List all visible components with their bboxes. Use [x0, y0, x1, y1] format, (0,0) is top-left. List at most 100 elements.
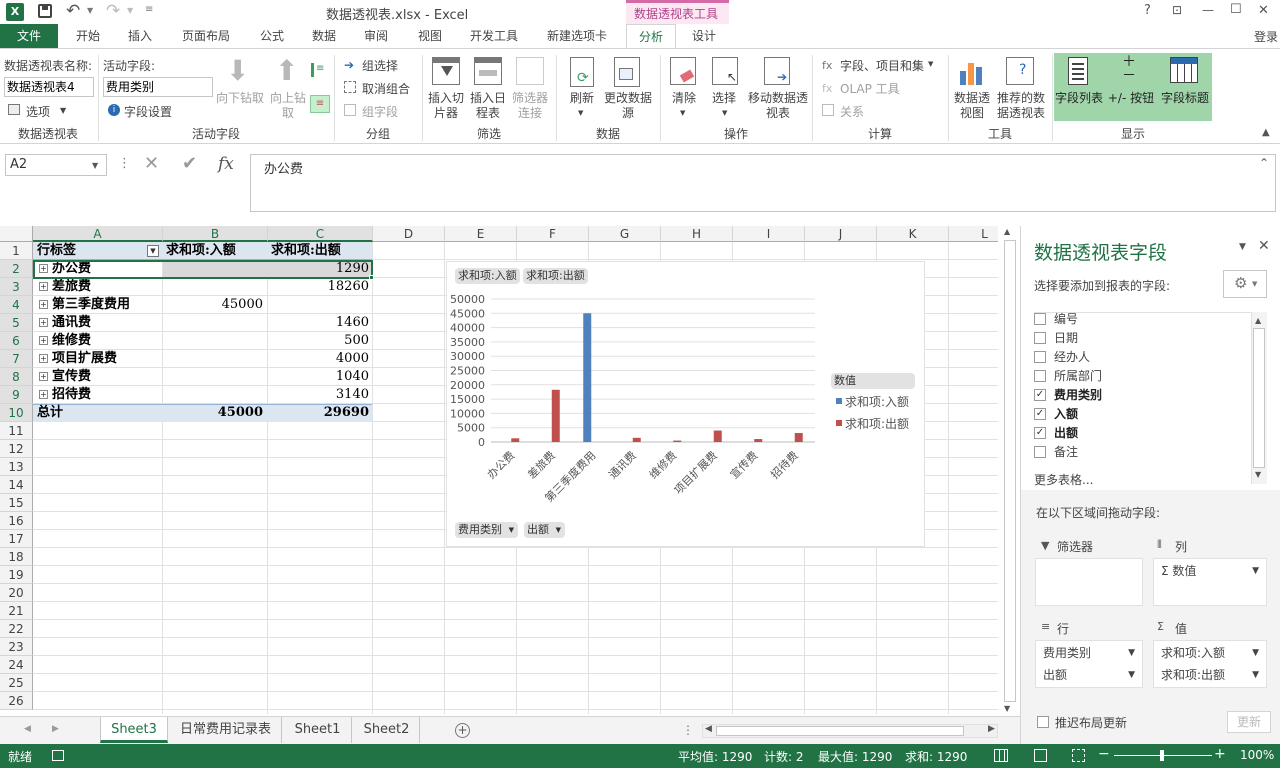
- tab-insert[interactable]: 插入: [118, 24, 162, 48]
- tab-formulas[interactable]: 公式: [250, 24, 294, 48]
- insert-slicer-button[interactable]: 插入切片器: [426, 91, 466, 121]
- pane-close-icon[interactable]: ✕: [1258, 238, 1270, 254]
- pivot-header-row-labels[interactable]: 行标签: [37, 242, 76, 260]
- excel-logo-icon[interactable]: X: [6, 3, 24, 21]
- olap-button[interactable]: OLAP 工具: [840, 80, 900, 97]
- drill-down-icon[interactable]: ⬇: [226, 57, 249, 85]
- row-header-24[interactable]: 24: [0, 656, 33, 674]
- maximize-icon[interactable]: ☐: [1230, 2, 1242, 17]
- insert-timeline-button[interactable]: 插入日程表: [468, 91, 508, 121]
- pivot-row-label[interactable]: 维修费: [52, 332, 91, 350]
- row-header-11[interactable]: 11: [0, 422, 33, 440]
- row-header-17[interactable]: 17: [0, 530, 33, 548]
- expand-row-icon[interactable]: +: [39, 336, 48, 345]
- zoom-slider-thumb[interactable]: [1160, 750, 1164, 761]
- row-header-23[interactable]: 23: [0, 638, 33, 656]
- expand-row-icon[interactable]: +: [39, 390, 48, 399]
- zoom-in-icon[interactable]: +: [1214, 746, 1226, 762]
- refresh-button[interactable]: 刷新: [562, 91, 602, 106]
- normal-view-icon[interactable]: [994, 749, 1008, 762]
- expand-row-icon[interactable]: +: [39, 300, 48, 309]
- checkbox-unchecked-icon[interactable]: [1034, 370, 1046, 382]
- select-button[interactable]: 选择: [704, 91, 744, 106]
- page-layout-view-icon[interactable]: [1034, 749, 1047, 762]
- tab-data[interactable]: 数据: [302, 24, 346, 48]
- row-header-26[interactable]: 26: [0, 692, 33, 710]
- active-field-input[interactable]: 费用类别: [103, 77, 213, 97]
- pivot-header-out[interactable]: 求和项:出额: [271, 242, 341, 260]
- fields-items-dropdown-icon[interactable]: ▼: [928, 60, 933, 68]
- recommended-button[interactable]: 推荐的数据透视表: [994, 91, 1048, 121]
- plus-minus-button[interactable]: +/- 按钮: [1106, 91, 1156, 106]
- field-list-scroll-thumb[interactable]: [1253, 328, 1265, 468]
- clear-dropdown-icon[interactable]: ▼: [680, 109, 685, 117]
- row-header-13[interactable]: 13: [0, 458, 33, 476]
- expand-field-icon[interactable]: ≡: [311, 63, 327, 77]
- drill-up-icon[interactable]: ⬆: [275, 57, 298, 85]
- pivot-row-in[interactable]: [163, 368, 263, 386]
- group-selection-button[interactable]: 组选择: [362, 57, 398, 74]
- tab-home[interactable]: 开始: [66, 24, 110, 48]
- relationships-button[interactable]: 关系: [840, 103, 864, 120]
- more-tables-link[interactable]: 更多表格...: [1034, 471, 1093, 488]
- pivot-chart[interactable]: 求和项:入额 求和项:出额 0 5000 10000 15000 20000 25000 3…: [446, 261, 925, 547]
- help-icon[interactable]: ?: [1144, 3, 1151, 18]
- field-item[interactable]: 所属部门: [1034, 367, 1102, 385]
- macro-record-icon[interactable]: [52, 750, 64, 761]
- field-item[interactable]: ✓ 费用类别: [1034, 386, 1102, 404]
- pivot-row-in[interactable]: 45000: [163, 296, 263, 314]
- row-header-18[interactable]: 18: [0, 548, 33, 566]
- tab-new[interactable]: 新建选项卡: [538, 24, 616, 48]
- pane-options-dropdown-icon[interactable]: ▼: [1239, 242, 1246, 252]
- expand-row-icon[interactable]: +: [39, 282, 48, 291]
- pivot-chart-button[interactable]: 数据透视图: [952, 91, 992, 121]
- values-item-out[interactable]: 求和项:出额 ▼: [1155, 665, 1265, 685]
- pivot-row-in[interactable]: [163, 278, 263, 296]
- clear-button[interactable]: 清除: [664, 91, 704, 106]
- pivot-total-in[interactable]: 45000: [163, 404, 263, 422]
- field-item[interactable]: 编号: [1034, 310, 1078, 328]
- new-sheet-icon[interactable]: +: [455, 723, 470, 738]
- insert-function-icon[interactable]: fx: [218, 154, 234, 174]
- checkbox-checked-icon[interactable]: ✓: [1034, 389, 1046, 401]
- pivot-name-input[interactable]: 数据透视表4: [4, 77, 94, 97]
- enter-icon[interactable]: ✔: [182, 153, 197, 174]
- column-header-c[interactable]: C: [268, 226, 373, 242]
- expand-row-icon[interactable]: +: [39, 372, 48, 381]
- column-header-i[interactable]: I: [733, 226, 805, 242]
- pivot-row-out[interactable]: 3140: [268, 386, 369, 404]
- row-header-9[interactable]: 9: [0, 386, 33, 404]
- minimize-icon[interactable]: —: [1202, 3, 1214, 17]
- tab-design[interactable]: 设计: [680, 24, 728, 48]
- name-box-dropdown-icon[interactable]: ▼: [92, 161, 98, 170]
- column-header-f[interactable]: F: [517, 226, 589, 242]
- pivot-row-out[interactable]: 500: [268, 332, 369, 350]
- vertical-scroll-thumb[interactable]: [1004, 240, 1016, 702]
- undo-dropdown-icon[interactable]: ▼: [87, 6, 93, 15]
- row-header-5[interactable]: 5: [0, 314, 33, 332]
- sheet-tab-sheet1[interactable]: Sheet1: [284, 717, 352, 743]
- columns-item-values[interactable]: Σ 数值 ▼: [1155, 561, 1265, 581]
- values-item-in[interactable]: 求和项:入额 ▼: [1155, 643, 1265, 663]
- row-header-20[interactable]: 20: [0, 584, 33, 602]
- row-header-15[interactable]: 15: [0, 494, 33, 512]
- column-header-k[interactable]: K: [877, 226, 949, 242]
- pivot-row-in[interactable]: [163, 332, 263, 350]
- tab-page-layout[interactable]: 页面布局: [172, 24, 240, 48]
- group-field-button[interactable]: 组字段: [362, 103, 398, 120]
- pivot-row-label[interactable]: 通讯费: [52, 314, 91, 332]
- pivot-row-out[interactable]: 4000: [268, 350, 369, 368]
- undo-icon[interactable]: ↶: [66, 1, 80, 21]
- row-header-25[interactable]: 25: [0, 674, 33, 692]
- formula-input[interactable]: [250, 154, 1276, 212]
- row-header-7[interactable]: 7: [0, 350, 33, 368]
- redo-icon[interactable]: ↷: [106, 1, 120, 21]
- tab-view[interactable]: 视图: [408, 24, 452, 48]
- row-header-16[interactable]: 16: [0, 512, 33, 530]
- drill-up-button[interactable]: 向上钻取: [268, 91, 308, 121]
- filter-connections-button[interactable]: 筛选器连接: [510, 91, 550, 121]
- legend-title-button[interactable]: 数值: [831, 373, 915, 389]
- row-header-22[interactable]: 22: [0, 620, 33, 638]
- pivot-row-in[interactable]: [163, 350, 263, 368]
- pivot-header-in[interactable]: 求和项:入额: [166, 242, 236, 260]
